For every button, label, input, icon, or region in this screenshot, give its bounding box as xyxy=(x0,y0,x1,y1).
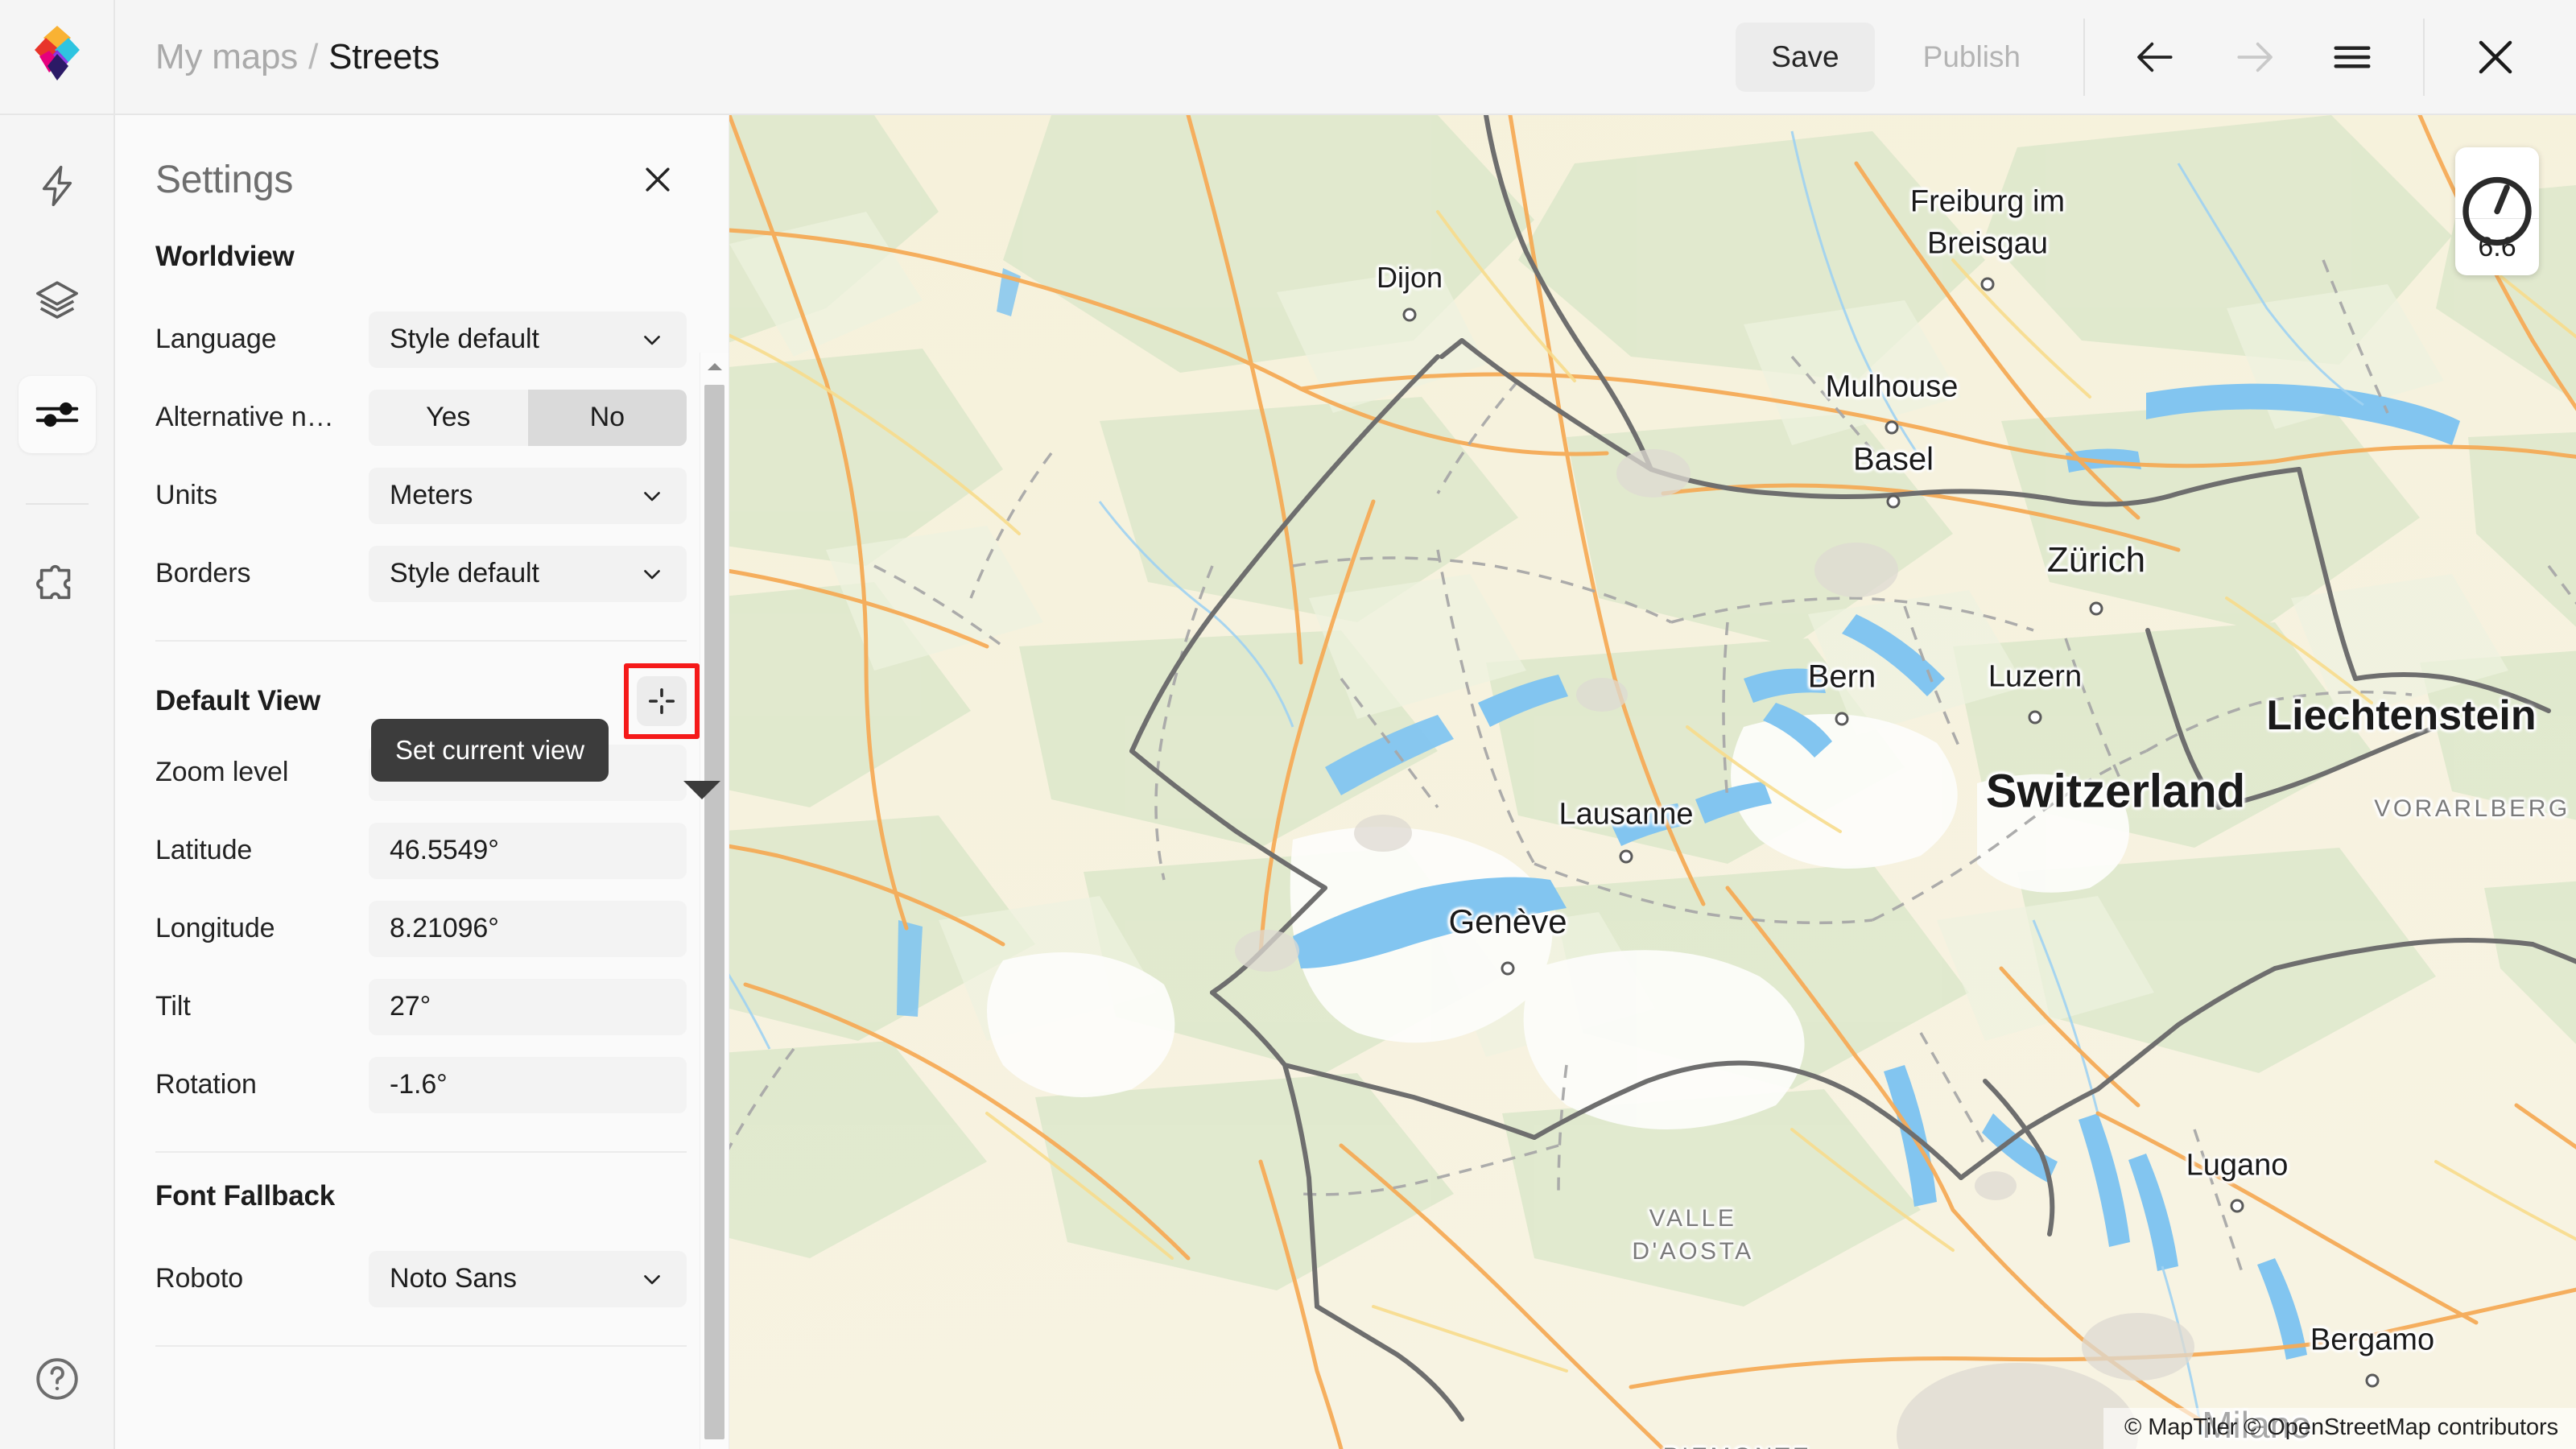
field-label: Rotation xyxy=(155,1069,369,1100)
scrollbar-track[interactable] xyxy=(700,380,729,1422)
settings-panel: Settings Worldview Language Style defaul… xyxy=(115,115,729,1449)
close-icon xyxy=(2471,32,2520,82)
compass-tilt-button[interactable] xyxy=(2455,147,2539,218)
field-label: Alternative n… xyxy=(155,402,369,433)
toggle-option-yes[interactable]: Yes xyxy=(369,390,528,446)
scroll-up-button[interactable] xyxy=(706,353,724,380)
toolbar-divider-1 xyxy=(2083,19,2085,96)
section-divider-1 xyxy=(155,640,687,642)
set-current-view-button[interactable] xyxy=(637,676,687,726)
maptiler-pin-logo xyxy=(32,26,82,89)
puzzle-piece-icon xyxy=(34,559,80,605)
save-button[interactable]: Save xyxy=(1736,23,1874,92)
sidebar-item-layers[interactable] xyxy=(19,262,96,339)
chevron-down-icon xyxy=(638,560,666,588)
help-circle-icon xyxy=(32,1354,82,1404)
map-canvas[interactable]: UlmFreiburg imBreisgauMulhouseBaselZüric… xyxy=(729,115,2576,1449)
field-row-rotation: Rotation -1.6° xyxy=(115,1046,729,1124)
field-label: Roboto xyxy=(155,1263,369,1294)
alternative-names-toggle[interactable]: Yes No xyxy=(369,390,687,446)
field-row-language: Language Style default xyxy=(115,300,729,378)
crosshair-target-icon xyxy=(647,687,676,716)
rail-divider xyxy=(26,503,89,505)
field-label: Borders xyxy=(155,558,369,589)
map-attribution[interactable]: © MapTiler © OpenStreetMap contributors xyxy=(2103,1408,2576,1449)
breadcrumb-separator: / xyxy=(308,37,318,77)
help-button[interactable] xyxy=(26,1348,89,1410)
sliders-icon xyxy=(34,391,80,438)
field-label: Latitude xyxy=(155,835,369,866)
field-label: Tilt xyxy=(155,991,369,1022)
top-bar-actions: Save Publish xyxy=(1736,0,2576,114)
language-select[interactable]: Style default xyxy=(369,312,687,368)
field-row-latitude: Latitude 46.5549° xyxy=(115,811,729,890)
field-row-tilt: Tilt 27° xyxy=(115,968,729,1046)
rotation-input[interactable]: -1.6° xyxy=(369,1057,687,1113)
section-divider-3 xyxy=(155,1345,687,1347)
map-view-widget: 6.6 xyxy=(2455,147,2539,275)
lightning-bolt-icon xyxy=(35,163,80,208)
field-label: Longitude xyxy=(155,913,369,944)
chevron-down-icon xyxy=(638,326,666,353)
publish-button[interactable]: Publish xyxy=(1893,23,2051,92)
settings-panel-header: Settings xyxy=(115,115,729,208)
units-select[interactable]: Meters xyxy=(369,468,687,524)
field-label: Units xyxy=(155,480,369,511)
field-row-longitude: Longitude 8.21096° xyxy=(115,890,729,968)
body: Settings Worldview Language Style defaul… xyxy=(0,115,2576,1449)
font-fallback-select-value: Noto Sans xyxy=(390,1263,517,1294)
panel-scrollbar[interactable] xyxy=(700,353,729,1449)
undo-button[interactable] xyxy=(2117,19,2194,96)
sidebar-item-settings[interactable] xyxy=(19,376,96,453)
breadcrumb-current: Streets xyxy=(328,37,440,77)
top-bar: My maps / Streets Save Publish xyxy=(0,0,2576,115)
toggle-option-no[interactable]: No xyxy=(528,390,687,446)
section-heading-worldview: Worldview xyxy=(115,241,729,273)
chevron-down-icon xyxy=(638,482,666,510)
tilt-input[interactable]: 27° xyxy=(369,979,687,1035)
scrollbar-thumb[interactable] xyxy=(704,385,724,1439)
hamburger-menu-icon xyxy=(2330,35,2374,79)
page-title: Settings xyxy=(155,158,293,202)
font-fallback-select[interactable]: Noto Sans xyxy=(369,1251,687,1307)
field-row-borders: Borders Style default xyxy=(115,535,729,613)
section-divider-2 xyxy=(155,1151,687,1153)
sidebar-item-plugins[interactable] xyxy=(19,543,96,621)
breadcrumb-parent[interactable]: My maps xyxy=(155,37,298,77)
settings-scroll-area: Worldview Language Style default Alterna… xyxy=(115,208,729,1449)
set-current-view-tooltip: Set current view xyxy=(371,719,609,782)
borders-select[interactable]: Style default xyxy=(369,546,687,602)
arrow-left-icon xyxy=(2133,35,2178,80)
field-row-font-roboto: Roboto Noto Sans xyxy=(115,1240,729,1318)
field-row-alternative-names: Alternative n… Yes No xyxy=(115,378,729,456)
compass-tilt-icon xyxy=(2455,147,2539,275)
brand-cell[interactable] xyxy=(0,0,115,114)
set-current-view-wrapper xyxy=(637,676,687,726)
close-icon xyxy=(640,162,675,197)
latitude-input[interactable]: 46.5549° xyxy=(369,823,687,879)
map-tiles xyxy=(729,115,2576,1449)
breadcrumb: My maps / Streets xyxy=(155,37,440,77)
field-label: Zoom level xyxy=(155,757,369,788)
field-label: Language xyxy=(155,324,369,355)
borders-select-value: Style default xyxy=(390,558,539,589)
close-editor-button[interactable] xyxy=(2457,19,2534,96)
close-panel-button[interactable] xyxy=(629,151,687,208)
chevron-down-icon xyxy=(638,1265,666,1293)
layers-icon xyxy=(34,277,80,324)
redo-button[interactable] xyxy=(2215,19,2293,96)
units-select-value: Meters xyxy=(390,480,473,511)
longitude-input[interactable]: 8.21096° xyxy=(369,901,687,957)
arrow-right-icon xyxy=(2231,35,2277,80)
section-heading-default-view: Default View xyxy=(155,685,320,717)
language-select-value: Style default xyxy=(390,324,539,355)
app-root: My maps / Streets Save Publish xyxy=(0,0,2576,1449)
sidebar-item-quick-edit[interactable] xyxy=(19,147,96,225)
left-icon-rail xyxy=(0,115,115,1449)
menu-button[interactable] xyxy=(2314,19,2391,96)
toolbar-divider-2 xyxy=(2423,19,2425,96)
caret-up-icon xyxy=(706,361,724,372)
field-row-units: Units Meters xyxy=(115,456,729,535)
section-heading-font-fallback: Font Fallback xyxy=(115,1180,729,1212)
